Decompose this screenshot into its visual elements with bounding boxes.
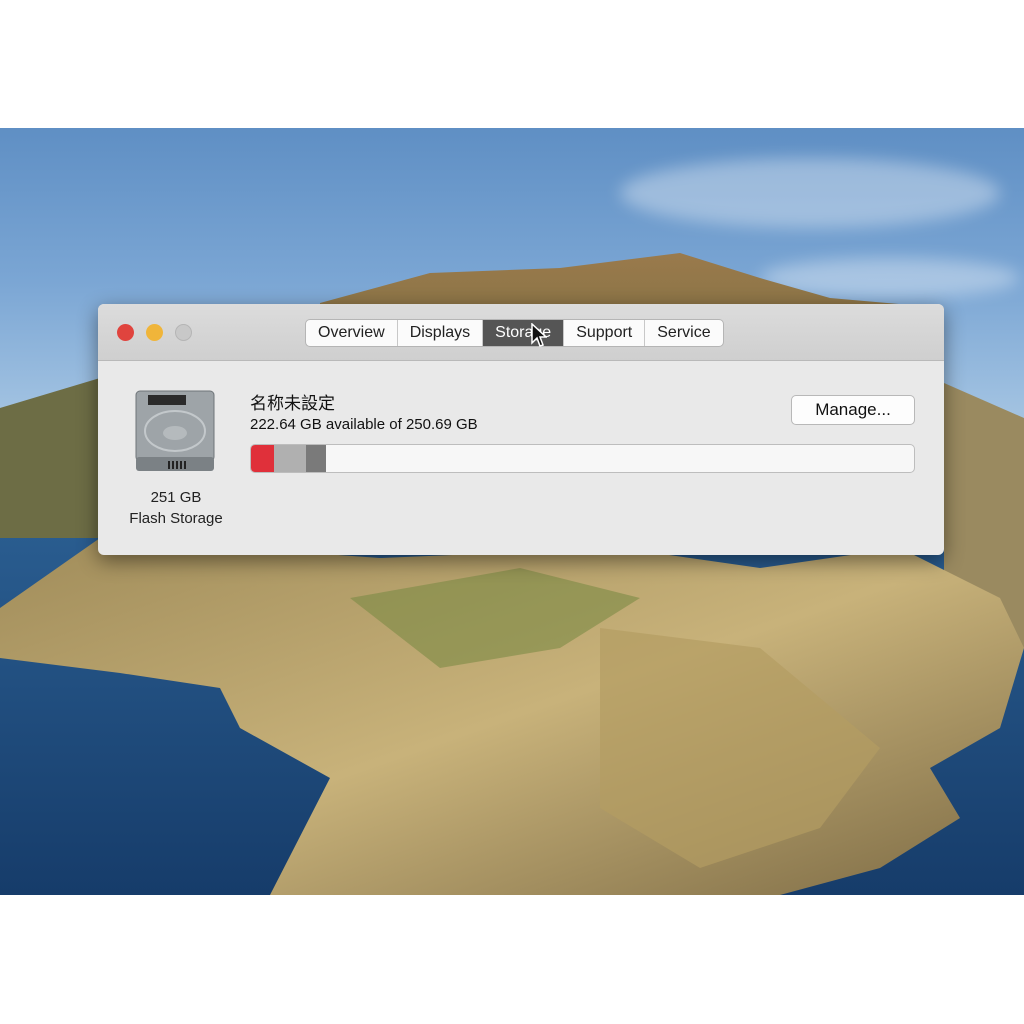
drive-type: Flash Storage — [129, 510, 223, 527]
tab-bar: Overview Displays Storage Support Servic… — [305, 319, 724, 347]
zoom-button[interactable] — [175, 324, 192, 341]
close-button[interactable] — [117, 324, 134, 341]
available-space: 222.64 GB available of 250.69 GB — [250, 416, 478, 433]
title-bar: Overview Displays Storage Support Servic… — [98, 304, 944, 361]
usage-segment-2 — [306, 445, 326, 472]
mouse-pointer-icon — [531, 323, 547, 347]
storage-usage-bar — [250, 444, 915, 473]
tab-displays[interactable]: Displays — [398, 320, 484, 346]
about-this-mac-window: Overview Displays Storage Support Servic… — [98, 304, 944, 555]
tab-service[interactable]: Service — [645, 320, 722, 346]
tab-overview[interactable]: Overview — [306, 320, 398, 346]
tab-storage[interactable]: Storage — [483, 320, 565, 346]
minimize-button[interactable] — [146, 324, 163, 341]
volume-name: 名称未設定 — [250, 394, 335, 413]
manage-button[interactable]: Manage... — [791, 395, 915, 425]
usage-segment-1 — [274, 445, 307, 472]
drive-capacity: 251 GB — [150, 489, 202, 506]
tab-support[interactable]: Support — [564, 320, 646, 346]
usage-segment-0 — [251, 445, 275, 472]
hard-drive-icon — [135, 390, 215, 471]
